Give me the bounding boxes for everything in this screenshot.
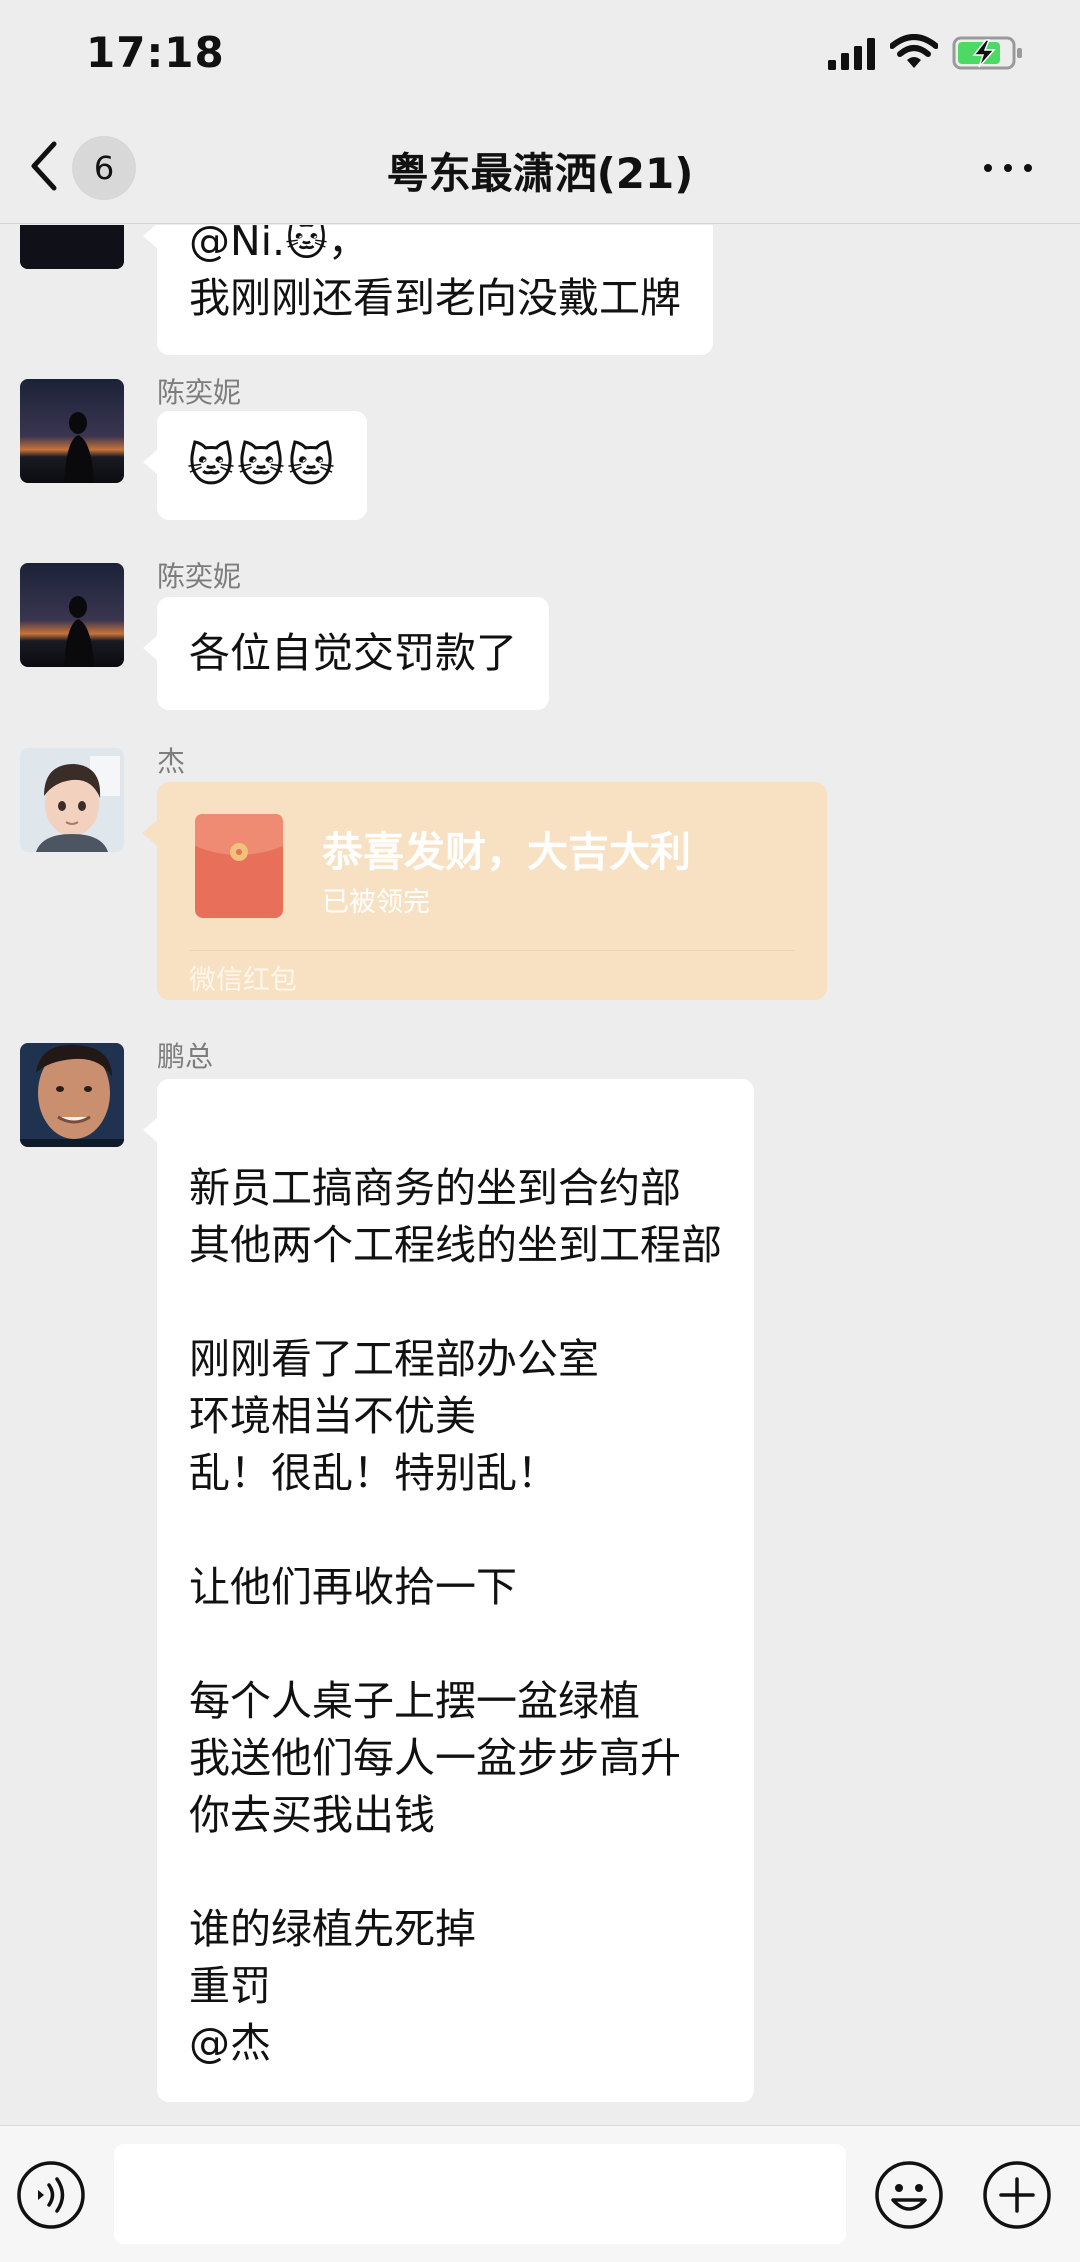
message-bubble[interactable]: 新员工搞商务的坐到合约部 其他两个工程线的坐到工程部 刚刚看了工程部办公室 环境… — [143, 1079, 754, 2102]
message-line: 环境相当不优美 — [189, 1392, 476, 1440]
red-packet-status: 已被领完 — [322, 887, 430, 918]
voice-input-icon[interactable] — [16, 2160, 86, 2230]
cat-emoji: 🐱 — [286, 438, 337, 492]
battery-charging-icon — [952, 36, 1022, 70]
message-line: 乱！很乱！特别乱！ — [189, 1449, 558, 1497]
signal-icon — [828, 38, 875, 70]
sender-name: 陈奕妮 — [157, 376, 242, 409]
sender-name: 鹏总 — [157, 1040, 214, 1073]
message-line: 重罚 — [189, 1962, 271, 2010]
avatar[interactable] — [20, 225, 124, 269]
message-line: 你去买我出钱 — [189, 1791, 435, 1839]
message-text-input[interactable] — [114, 2144, 846, 2244]
avatar[interactable] — [20, 563, 124, 667]
unread-count-badge[interactable]: 6 — [72, 136, 136, 200]
cat-emoji: 🐱 — [187, 438, 237, 492]
cat-emoji: 🐱 — [236, 438, 287, 492]
avatar[interactable] — [20, 1043, 124, 1147]
message-line: 让他们再收拾一下 — [189, 1563, 517, 1611]
message-line: 我送他们每人一盆步步高升 — [189, 1734, 681, 1782]
message-line: 其他两个工程线的坐到工程部 — [189, 1221, 722, 1269]
message-line: 刚刚看了工程部办公室 — [189, 1335, 599, 1383]
message-line: 新员工搞商务的坐到合约部 — [189, 1164, 681, 1212]
plus-icon[interactable] — [982, 2160, 1052, 2230]
status-bar: 17:18 — [0, 0, 1080, 110]
red-packet-greeting: 恭喜发财，大吉大利 — [322, 828, 691, 876]
avatar[interactable] — [20, 748, 124, 852]
message-line: 谁的绿植先死掉 — [189, 1905, 476, 1953]
message-line: @杰 — [189, 2019, 271, 2067]
message-line: 各位自觉交罚款了 — [189, 629, 517, 677]
status-time: 17:18 — [86, 28, 225, 77]
message-line — [189, 1103, 722, 1160]
message-list[interactable]: @Ni.🐱， 我刚刚还看到老向没戴工牌 陈奕妮 🐱🐱🐱 陈奕妮 各位自觉交罚款了… — [0, 225, 1080, 2125]
red-packet-label: 微信红包 — [189, 965, 297, 996]
message-line: @Ni.🐱， — [189, 225, 369, 265]
message-line — [189, 1502, 722, 1559]
chat-input-bar — [0, 2125, 1080, 2262]
more-options-icon[interactable] — [978, 148, 1038, 188]
red-packet-divider — [189, 950, 795, 951]
red-packet-card[interactable]: 恭喜发财，大吉大利 已被领完 微信红包 — [142, 782, 827, 1000]
message-bubble[interactable]: 各位自觉交罚款了 — [143, 597, 549, 710]
message-line — [189, 1616, 722, 1673]
back-arrow-icon[interactable] — [26, 140, 60, 192]
emoji-icon[interactable] — [874, 2160, 944, 2230]
message-bubble[interactable]: @Ni.🐱， 我刚刚还看到老向没戴工牌 — [143, 225, 713, 355]
chat-nav-bar: 6 粤东最潇洒(21) — [0, 110, 1080, 224]
chat-title: 粤东最潇洒(21) — [386, 149, 694, 198]
message-bubble[interactable]: 🐱🐱🐱 — [143, 411, 367, 520]
red-envelope-icon — [195, 814, 283, 918]
avatar[interactable] — [20, 379, 124, 483]
wifi-icon — [890, 34, 938, 68]
message-line — [189, 1274, 722, 1331]
message-line: 每个人桌子上摆一盆绿植 — [189, 1677, 640, 1725]
sender-name: 陈奕妮 — [157, 560, 242, 593]
message-line — [189, 1844, 722, 1901]
sender-name: 杰 — [157, 745, 186, 778]
message-line: 我刚刚还看到老向没戴工牌 — [189, 274, 681, 322]
